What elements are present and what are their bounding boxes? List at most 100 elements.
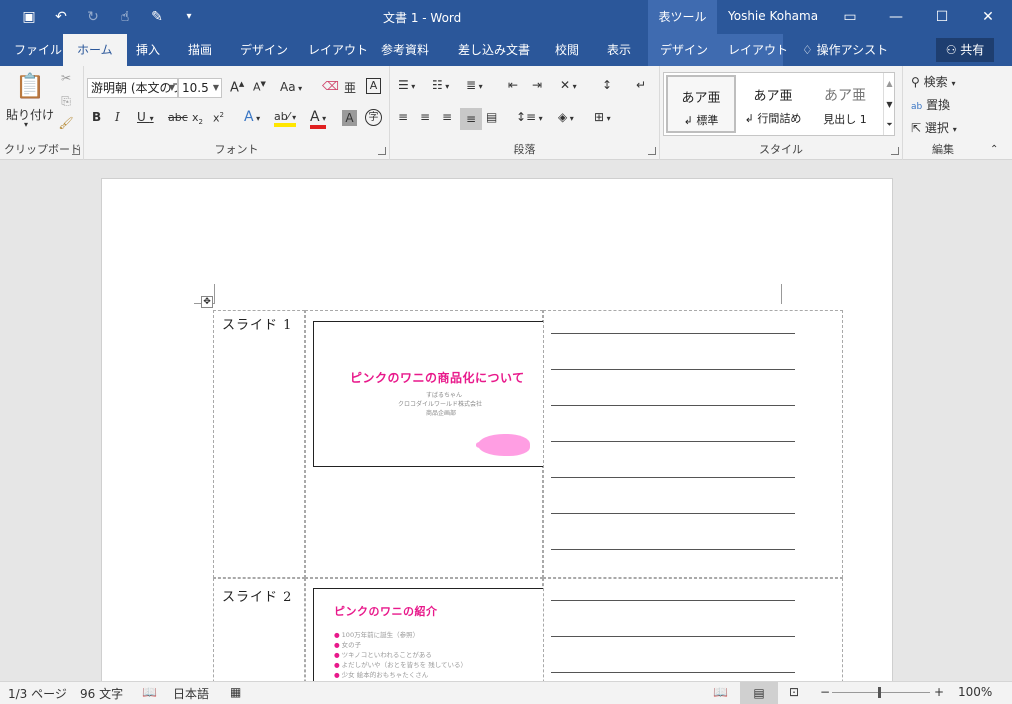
web-layout-icon[interactable]: ⊡ [789,685,799,699]
highlight-icon[interactable]: ab⁄ ▾ [274,110,297,127]
align-right-icon[interactable]: ≡ [442,110,452,124]
increase-indent-icon[interactable]: ⇥ [532,78,542,92]
touch-draw-icon[interactable]: ✎ [146,7,168,27]
user-name[interactable]: Yoshie Kohama [728,9,818,23]
zoom-slider-track[interactable] [832,692,930,693]
paste-button[interactable]: 貼り付け [6,106,54,123]
document-area[interactable]: ✥ スライド 1 ピンクのワニの商品化について すばるちゃん クロコダイルワール… [0,161,1012,681]
enclose-characters-icon[interactable]: 字 [365,109,382,126]
show-marks-icon[interactable]: ↵ [636,78,646,92]
paragraph-launcher-icon[interactable] [648,147,656,155]
tab-view[interactable]: 表示 [595,34,643,66]
minimize-button[interactable]: — [876,4,916,30]
replace-button[interactable]: ab 置換 [911,96,950,113]
font-size-combo[interactable]: 10.5 ▼ [178,78,222,98]
change-case-button[interactable]: Aa ▾ [280,80,302,94]
table-cell[interactable] [213,310,305,578]
find-button[interactable]: ⚲ 検索 ▾ [911,73,955,90]
underline-icon[interactable]: U ▾ [137,110,154,124]
font-name-combo[interactable]: 游明朝 (本文のフォント ▼ [87,78,178,98]
shrink-font-icon[interactable]: A▼ [253,80,266,94]
tab-table-layout[interactable]: レイアウト [716,34,800,66]
tab-mailings[interactable]: 差し込み文書 [446,34,542,66]
print-layout-icon[interactable]: ▤ [740,682,778,704]
font-launcher-icon[interactable] [378,147,386,155]
word-count[interactable]: 96 文字 [80,685,123,702]
read-mode-icon[interactable]: 📖 [713,685,728,699]
slide-thumbnail[interactable]: ピンクのワニの紹介 ● 100万年前に誕生（参照） ● 女の子 ● ツキノコといわれる… [313,588,543,681]
font-color-icon[interactable]: A ▾ [310,109,327,129]
proofing-icon[interactable]: 📖 [142,685,157,699]
line-spacing-icon[interactable]: ↕≡ ▾ [516,110,543,124]
multilevel-list-icon[interactable]: ≣ ▾ [466,78,483,92]
italic-icon[interactable]: I [115,110,120,124]
paste-dropdown-icon[interactable]: ▾ [24,120,28,129]
select-button[interactable]: ⇱ 選択 ▾ [911,119,957,136]
tab-table-design[interactable]: デザイン [648,34,720,66]
bullets-icon[interactable]: ☰ ▾ [398,78,415,92]
gallery-up-icon[interactable]: ▲ [883,73,895,94]
text-direction-icon[interactable]: ✕ ▾ [560,78,577,92]
close-button[interactable]: ✕ [968,4,1008,30]
ribbon-display-options-icon[interactable]: ▭ [830,4,870,30]
slide-thumbnail[interactable]: ピンクのワニの商品化について すばるちゃん クロコダイルワールド株式会社 商品企… [313,321,543,467]
share-button[interactable]: ⚇ 共有 [936,38,994,62]
zoom-level[interactable]: 100% [958,685,992,699]
style-heading-1[interactable]: あア亜 見出し 1 [810,75,880,133]
document-page[interactable]: ✥ スライド 1 ピンクのワニの商品化について すばるちゃん クロコダイルワール… [101,178,893,681]
distributed-icon[interactable]: ▤ [486,110,497,124]
align-left-icon[interactable]: ≡ [398,110,408,124]
decrease-indent-icon[interactable]: ⇤ [508,78,518,92]
borders-icon[interactable]: ⊞ ▾ [594,110,611,124]
tab-review[interactable]: 校閲 [543,34,591,66]
cut-icon[interactable]: ✂ [58,71,74,85]
numbering-icon[interactable]: ☷ ▾ [432,78,449,92]
clipboard-launcher-icon[interactable] [72,147,80,155]
tell-me-box[interactable]: ♢ 操作アシスト [790,34,900,66]
format-painter-icon[interactable]: 🖌 [58,116,74,130]
sort-icon[interactable]: ↕ [602,78,612,92]
maximize-button[interactable]: ☐ [922,4,962,30]
subscript-icon[interactable]: x2 [192,111,203,126]
align-center-icon[interactable]: ≡ [420,110,430,124]
save-icon[interactable]: ▣ [18,7,40,27]
paste-icon[interactable]: 📋 [12,72,48,102]
tab-design[interactable]: デザイン [228,34,300,66]
character-shading-icon[interactable]: A [342,110,357,126]
tab-insert[interactable]: 挿入 [124,34,172,66]
superscript-icon[interactable]: x2 [213,111,224,125]
redo-icon[interactable]: ↻ [82,7,104,27]
zoom-in-icon[interactable]: + [934,685,944,699]
language-indicator[interactable]: 日本語 [173,685,209,702]
phonetic-guide-icon[interactable]: 亜 [344,79,356,96]
zoom-slider-thumb[interactable] [878,687,881,698]
justify-icon[interactable]: ≡ [460,108,482,130]
table-move-handle-icon[interactable]: ✥ [201,296,213,308]
collapse-ribbon-icon[interactable]: ⌃ [990,144,998,155]
macro-record-icon[interactable]: ▦ [230,685,241,699]
table-cell[interactable] [543,578,843,681]
style-no-spacing[interactable]: あア亜 ↲ 行間詰め [738,75,808,133]
zoom-out-icon[interactable]: − [820,685,830,699]
tab-draw[interactable]: 描画 [176,34,224,66]
tab-home[interactable]: ホーム [63,34,127,66]
character-border-icon[interactable]: A [366,78,381,94]
tab-layout[interactable]: レイアウト [296,34,380,66]
gallery-more-icon[interactable]: ⏷ [883,115,895,135]
grow-font-icon[interactable]: A▲ [230,80,244,95]
styles-launcher-icon[interactable] [891,147,899,155]
table-cell[interactable] [543,310,843,578]
text-effects-icon[interactable]: A ▾ [244,109,260,125]
page-count[interactable]: 1/3 ページ [8,685,67,702]
bold-icon[interactable]: B [92,110,101,124]
undo-icon[interactable]: ↶ [50,7,72,27]
shading-icon[interactable]: ◈ ▾ [558,110,574,124]
touch-mode-icon[interactable]: ☝ [114,7,136,27]
customize-qat-icon[interactable]: ▾ [178,7,200,27]
tab-references[interactable]: 参考資料 [369,34,441,66]
strikethrough-icon[interactable]: abc [168,111,188,124]
clear-formatting-icon[interactable]: ⌫ [322,79,339,93]
gallery-down-icon[interactable]: ▼ [883,94,895,115]
copy-icon[interactable]: ⎘ [58,94,74,109]
style-normal[interactable]: あア亜 ↲ 標準 [666,75,736,133]
